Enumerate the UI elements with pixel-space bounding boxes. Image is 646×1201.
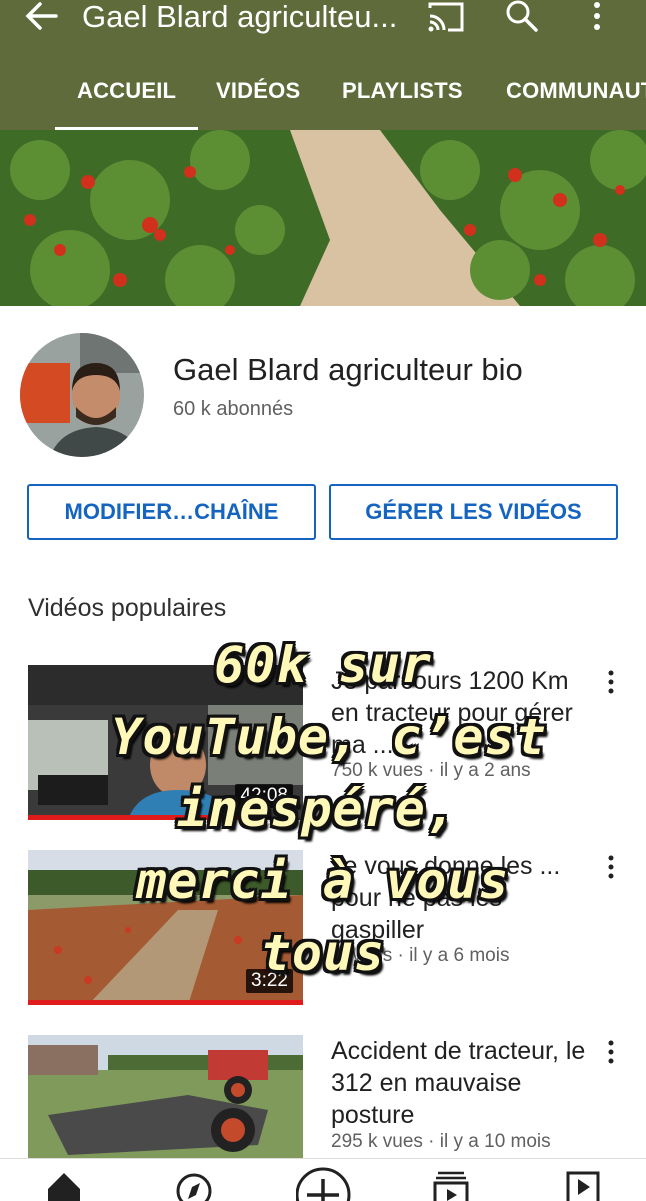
- avatar[interactable]: [20, 333, 144, 457]
- video-duration: 42:08: [235, 784, 293, 808]
- explore-icon[interactable]: [170, 1167, 220, 1201]
- watch-progress-bar: [28, 815, 248, 820]
- popular-videos-heading: Vidéos populaires: [28, 594, 227, 622]
- video-title[interactable]: Je parcours 1200 Km en tracteur pour gér…: [331, 665, 591, 761]
- manage-videos-button[interactable]: GÉRER LES VIDÉOS: [329, 484, 618, 540]
- more-vert-icon[interactable]: [601, 854, 621, 882]
- watch-progress-bar: [28, 1000, 303, 1005]
- app-bar: Gael Blard agriculteu... ACCUEIL VIDÉOS …: [0, 0, 646, 130]
- cast-icon[interactable]: [426, 2, 466, 32]
- more-vert-icon[interactable]: [601, 669, 621, 697]
- channel-name: Gael Blard agriculteur bio: [173, 352, 523, 387]
- tab-videos[interactable]: VIDÉOS: [216, 70, 300, 130]
- app-bar-row: Gael Blard agriculteu...: [0, 0, 646, 60]
- home-icon[interactable]: [42, 1167, 92, 1201]
- add-icon[interactable]: [295, 1167, 356, 1201]
- more-vert-icon[interactable]: [586, 0, 608, 34]
- channel-tabs: ACCUEIL VIDÉOS PLAYLISTS COMMUNAUTÉ: [0, 70, 646, 130]
- back-arrow-icon[interactable]: [22, 0, 62, 34]
- channel-title: Gael Blard agriculteu...: [82, 0, 398, 34]
- edit-channel-button[interactable]: MODIFIER…CHAÎNE: [27, 484, 316, 540]
- video-meta: 750 k vues · il y a 2 ans: [331, 760, 531, 781]
- video-item[interactable]: Accident de tracteur, le 312 en mauvaise…: [0, 1035, 646, 1158]
- tab-communaute[interactable]: COMMUNAUTÉ: [506, 70, 646, 130]
- channel-banner: [0, 130, 646, 306]
- video-item[interactable]: 3:22 Je vous donne les ... pour ne pas l…: [0, 850, 646, 1005]
- video-title[interactable]: Accident de tracteur, le 312 en mauvaise…: [331, 1035, 591, 1131]
- video-item[interactable]: 42:08 Je parcours 1200 Km en tracteur po…: [0, 665, 646, 820]
- video-meta: 295 k vues · il y a 10 mois: [331, 1131, 551, 1152]
- tab-accueil[interactable]: ACCUEIL: [54, 70, 199, 130]
- video-duration: 3:22: [246, 969, 293, 993]
- video-thumbnail[interactable]: 42:08: [28, 665, 303, 820]
- more-vert-icon[interactable]: [601, 1039, 621, 1067]
- video-meta: ... vues · il y a 6 mois: [331, 945, 510, 966]
- search-icon[interactable]: [502, 0, 542, 34]
- library-icon[interactable]: [564, 1167, 614, 1201]
- subscriber-count: 60 k abonnés: [173, 398, 294, 420]
- tab-playlists[interactable]: PLAYLISTS: [342, 70, 463, 130]
- video-title[interactable]: Je vous donne les ... pour ne pas les ga…: [331, 850, 591, 946]
- video-thumbnail[interactable]: [28, 1035, 303, 1158]
- subscriptions-icon[interactable]: [432, 1167, 482, 1201]
- video-thumbnail[interactable]: 3:22: [28, 850, 303, 1005]
- bottom-navigation: [0, 1158, 646, 1201]
